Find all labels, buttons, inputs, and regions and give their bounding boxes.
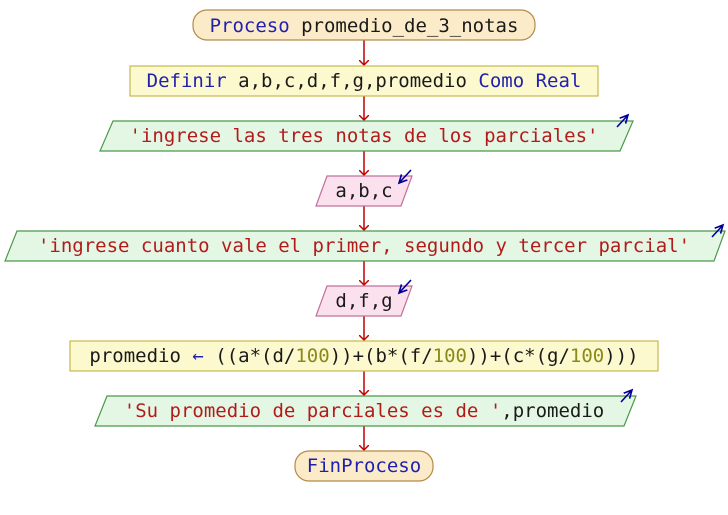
assign-expr-part: ((a*(d/ [215,345,295,367]
define-node[interactable]: Definir a,b,c,d,f,g,promedio Como Real [129,65,599,97]
input-node-1[interactable]: a,b,c [315,169,413,207]
start-label: Proceso promedio_de_3_notas [210,15,519,37]
output-text-2: 'ingrese cuanto vale el primer, segundo … [38,235,690,257]
assign-number: 100 [433,345,467,367]
output-node-3[interactable]: 'Su promedio de parciales es de ',promed… [94,390,637,427]
start-node[interactable]: Proceso promedio_de_3_notas [192,9,536,41]
assign-node[interactable]: promedio ← ((a*(d/100))+(b*(f/100))+(c*(… [69,340,659,372]
assign-number: 100 [570,345,604,367]
assign-expr-part: ))+(b*(f/ [330,345,433,367]
output-var: ,promedio [501,400,604,422]
assign-arrow-icon: ← [192,345,203,367]
process-name [290,15,301,37]
assign-expr-part: ))) [604,345,638,367]
output-string: 'Su promedio de parciales es de ' [124,400,502,422]
output-text-1: 'ingrese las tres notas de los parciales… [130,125,599,147]
assign-lhs: promedio [89,345,181,367]
assign-expr-part: ))+(c*(g/ [467,345,570,367]
end-node[interactable]: FinProceso [294,450,434,482]
assign-label: promedio ← ((a*(d/100))+(b*(f/100))+(c*(… [89,345,638,367]
define-vars: a,b,c,d,f,g,promedio [238,70,467,92]
assign-number: 100 [295,345,329,367]
output-node-1[interactable]: 'ingrese las tres notas de los parciales… [99,115,634,152]
define-label: Definir a,b,c,d,f,g,promedio Como Real [147,70,582,92]
keyword-como: Como [478,70,524,92]
keyword-real: Real [536,70,582,92]
flowchart: Proceso promedio_de_3_notas Definir a,b,… [4,9,726,482]
end-label: FinProceso [307,455,421,477]
input-node-2[interactable]: d,f,g [315,279,413,317]
input-text-2: d,f,g [335,290,392,312]
output-node-2[interactable]: 'ingrese cuanto vale el primer, segundo … [4,225,726,262]
keyword-definir: Definir [147,70,227,92]
input-text-1: a,b,c [335,180,392,202]
process-name-text: promedio_de_3_notas [301,15,518,37]
output-text-3: 'Su promedio de parciales es de ',promed… [124,400,604,422]
keyword-proceso: Proceso [210,15,290,37]
